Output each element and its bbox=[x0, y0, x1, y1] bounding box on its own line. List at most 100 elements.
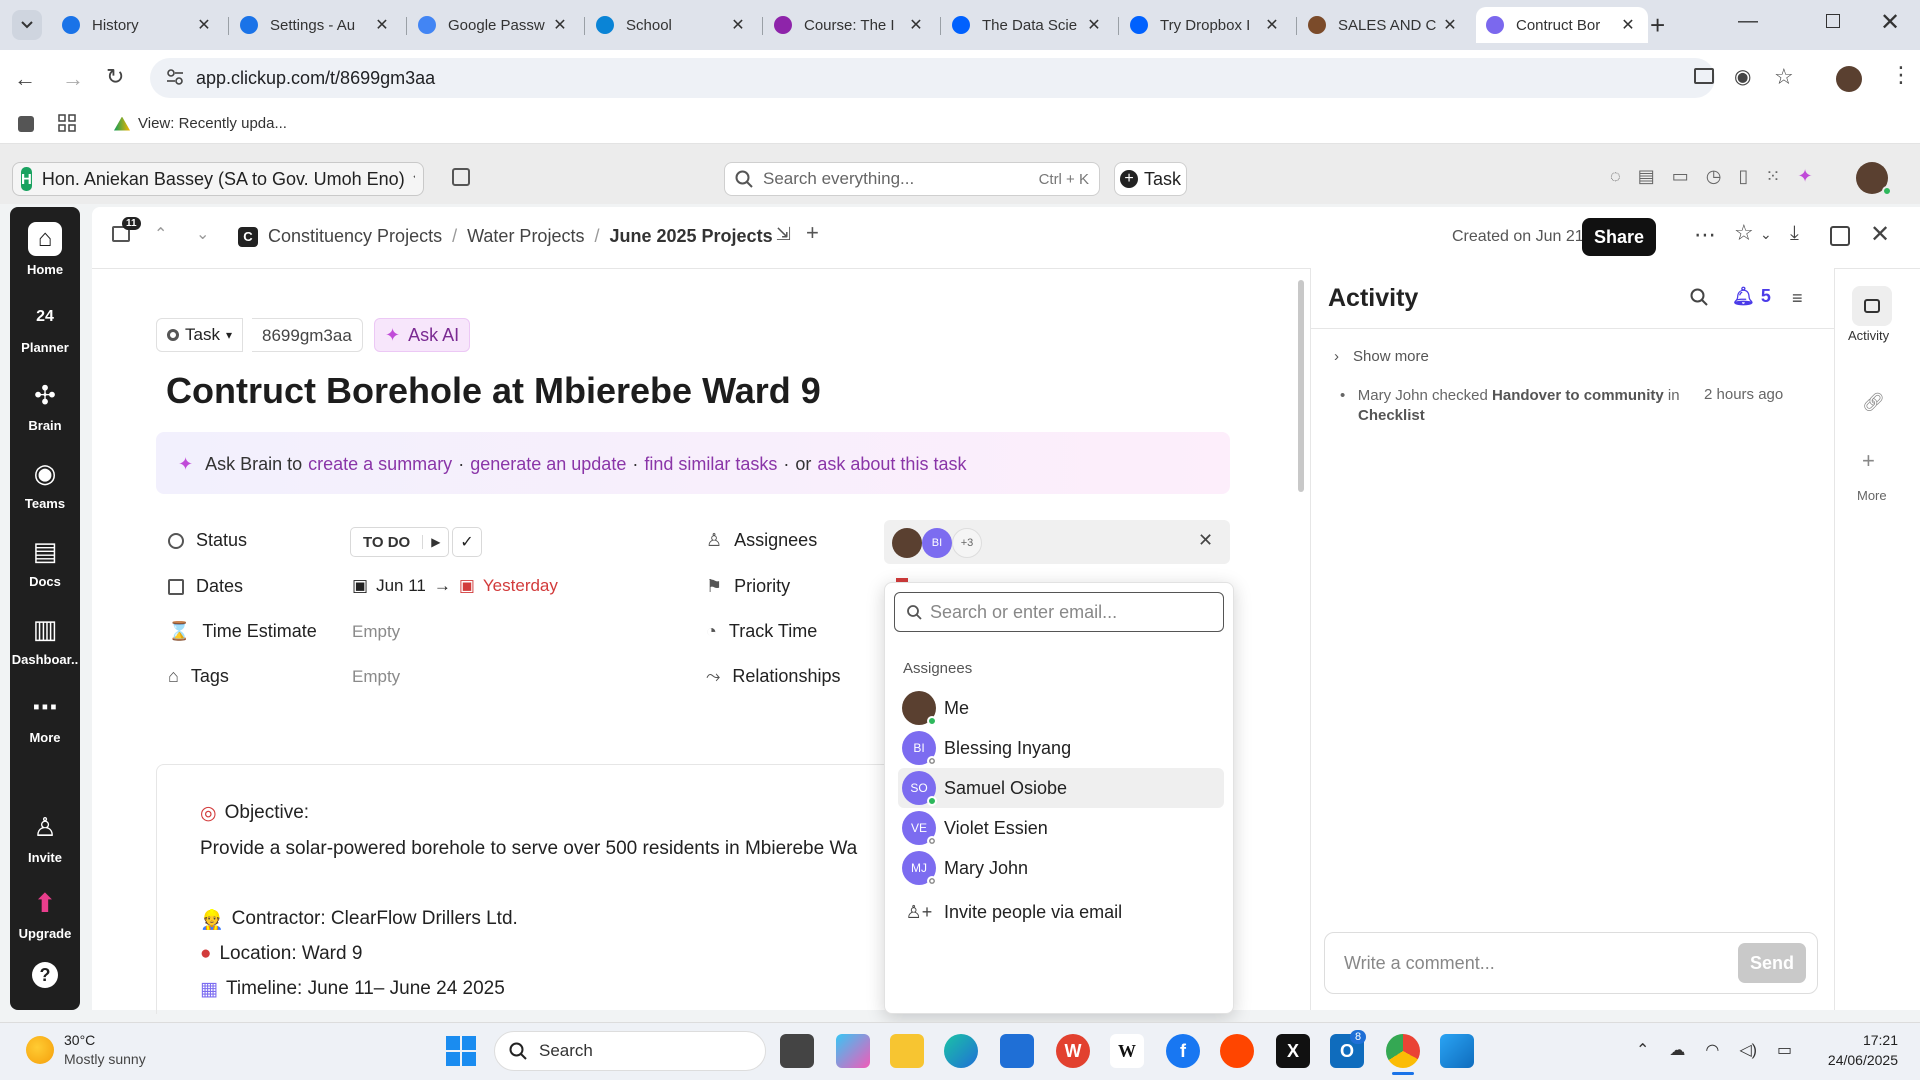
assignee-option[interactable]: MJ Mary John bbox=[898, 848, 1224, 888]
breadcrumb-list[interactable]: June 2025 Projects bbox=[609, 226, 772, 247]
new-task-button[interactable]: + Task bbox=[1114, 162, 1187, 196]
chevron-up-icon[interactable]: ⌃ bbox=[1636, 1040, 1649, 1060]
chrome-icon[interactable] bbox=[1386, 1034, 1420, 1068]
move-task-icon[interactable]: ⇲ bbox=[776, 224, 791, 245]
create-summary-link[interactable]: create a summary bbox=[308, 454, 452, 475]
task-view-icon[interactable] bbox=[780, 1034, 814, 1068]
link-icon[interactable]: 🔗︎ bbox=[1862, 392, 1885, 413]
chevron-up-icon[interactable]: ⌃ bbox=[154, 224, 167, 244]
ai-sparkle-icon[interactable]: ✦ bbox=[1797, 166, 1812, 187]
site-info-icon[interactable] bbox=[166, 68, 184, 86]
assignee-avatar[interactable] bbox=[892, 528, 922, 558]
assignee-avatar[interactable]: BI bbox=[922, 528, 952, 558]
breadcrumb-folder[interactable]: Water Projects bbox=[467, 226, 584, 247]
doc-icon[interactable]: ▯ bbox=[1738, 166, 1748, 187]
bookmark-star-icon[interactable]: ☆ bbox=[1774, 64, 1794, 90]
bookmark-item[interactable]: View: Recently upda... bbox=[114, 115, 287, 132]
add-icon[interactable]: + bbox=[1862, 448, 1875, 474]
activity-list[interactable]: Checklist bbox=[1358, 407, 1425, 424]
activity-search-icon[interactable] bbox=[1690, 288, 1708, 306]
ask-task-link[interactable]: ask about this task bbox=[817, 454, 966, 475]
browser-tab[interactable]: The Data Scie ✕ bbox=[942, 7, 1114, 43]
video-icon[interactable]: ▭ bbox=[1672, 166, 1689, 187]
eye-off-icon[interactable]: ◉ bbox=[1734, 64, 1751, 89]
edge-icon[interactable] bbox=[944, 1034, 978, 1068]
browser-tab[interactable]: Settings - Au ✕ bbox=[230, 7, 402, 43]
activity-notifications[interactable]: 🔔︎ 5 bbox=[1732, 286, 1771, 307]
sidebar-item-planner[interactable]: 24 Planner bbox=[10, 300, 80, 355]
calendar-icon[interactable] bbox=[452, 168, 470, 186]
close-tab-icon[interactable]: ✕ bbox=[728, 15, 748, 35]
notepad-icon[interactable]: ▤ bbox=[1638, 166, 1655, 187]
assignee-search-input[interactable]: Search or enter email... bbox=[894, 592, 1224, 632]
close-tab-icon[interactable]: ✕ bbox=[906, 15, 926, 35]
volume-icon[interactable]: ◁) bbox=[1739, 1040, 1757, 1060]
activity-tab[interactable] bbox=[1852, 286, 1892, 326]
facebook-icon[interactable]: f bbox=[1166, 1034, 1200, 1068]
taskbar-search[interactable]: Search bbox=[494, 1031, 766, 1071]
weather-icon[interactable] bbox=[26, 1036, 54, 1064]
tags-value[interactable]: Empty bbox=[352, 667, 400, 687]
browser-tab[interactable]: Try Dropbox I ✕ bbox=[1120, 7, 1292, 43]
new-tab-button[interactable]: + bbox=[1650, 10, 1665, 41]
alarm-icon[interactable]: ◷ bbox=[1706, 166, 1722, 187]
browser-tab[interactable]: Google Passw ✕ bbox=[408, 7, 580, 43]
assignee-more[interactable]: +3 bbox=[952, 528, 982, 558]
assignee-option[interactable]: SO Samuel Osiobe bbox=[898, 768, 1224, 808]
show-more[interactable]: › Show more bbox=[1334, 348, 1429, 365]
browser-tab[interactable]: Contruct Bor ✕ bbox=[1476, 7, 1648, 43]
task-id[interactable]: 8699gm3aa bbox=[252, 318, 363, 352]
assignee-option[interactable]: BI Blessing Inyang bbox=[898, 728, 1224, 768]
bookmark-app-icon[interactable] bbox=[18, 116, 34, 132]
back-button[interactable]: ← bbox=[14, 66, 36, 92]
store-icon[interactable] bbox=[1000, 1034, 1034, 1068]
close-tab-icon[interactable]: ✕ bbox=[194, 15, 214, 35]
status-pill[interactable]: TO DO ▶ bbox=[350, 527, 450, 557]
close-tab-icon[interactable]: ✕ bbox=[550, 15, 570, 35]
sidebar-item-teams[interactable]: ◉ Teams bbox=[10, 456, 80, 512]
browser-tab[interactable]: School ✕ bbox=[586, 7, 758, 43]
filter-icon[interactable]: ≡ bbox=[1792, 288, 1803, 309]
sidebar-item-home[interactable]: ⌂ Home bbox=[10, 222, 80, 277]
more-options-icon[interactable]: ⋯ bbox=[1694, 222, 1716, 248]
apps-icon[interactable]: ⁙ bbox=[1765, 166, 1780, 187]
wps-icon[interactable]: W bbox=[1056, 1034, 1090, 1068]
sidebar-item-upgrade[interactable]: ⬆ Upgrade bbox=[10, 886, 80, 942]
profile-avatar[interactable] bbox=[1836, 66, 1862, 92]
clock-date[interactable]: 24/06/2025 bbox=[1816, 1052, 1898, 1068]
wifi-icon[interactable]: ◠ bbox=[1705, 1040, 1719, 1060]
breadcrumb-space[interactable]: Constituency Projects bbox=[268, 226, 442, 247]
add-icon[interactable]: + bbox=[806, 220, 819, 246]
close-tab-icon[interactable]: ✕ bbox=[1440, 15, 1460, 35]
close-tab-icon[interactable]: ✕ bbox=[1618, 15, 1638, 35]
assignee-option[interactable]: Me bbox=[898, 688, 1224, 728]
global-search[interactable]: Search everything... Ctrl + K bbox=[724, 162, 1100, 196]
close-task-icon[interactable]: ✕ bbox=[1870, 220, 1890, 249]
find-similar-link[interactable]: find similar tasks bbox=[644, 454, 777, 475]
photos-icon[interactable] bbox=[1440, 1034, 1474, 1068]
battery-icon[interactable]: ▭ bbox=[1777, 1040, 1792, 1060]
minimize-button[interactable]: — bbox=[1738, 10, 1758, 33]
sidebar-item-dashboar[interactable]: ▥ Dashboar.. bbox=[10, 612, 80, 668]
install-app-icon[interactable] bbox=[1694, 68, 1714, 84]
task-scrollbar[interactable] bbox=[1298, 280, 1304, 492]
browser-menu-icon[interactable]: ⋮ bbox=[1890, 62, 1912, 88]
close-tab-icon[interactable]: ✕ bbox=[1262, 15, 1282, 35]
close-tab-icon[interactable]: ✕ bbox=[1084, 15, 1104, 35]
reload-button[interactable]: ↻ bbox=[106, 64, 124, 90]
expand-icon[interactable] bbox=[1830, 226, 1850, 246]
copilot-icon[interactable] bbox=[836, 1034, 870, 1068]
activity-scrollbar[interactable] bbox=[1824, 330, 1830, 930]
generate-update-link[interactable]: generate an update bbox=[470, 454, 626, 475]
reddit-icon[interactable] bbox=[1220, 1034, 1254, 1068]
invite-via-email[interactable]: ♙+ Invite people via email bbox=[898, 892, 1224, 932]
dates-value[interactable]: ▣ Jun 11 → ▣ Yesterday bbox=[352, 576, 558, 596]
workspace-switcher[interactable]: H Hon. Aniekan Bassey (SA to Gov. Umoh E… bbox=[12, 162, 424, 196]
chevron-down-icon[interactable]: ⌄ bbox=[1760, 226, 1772, 243]
clock-time[interactable]: 17:21 bbox=[1836, 1032, 1898, 1048]
ask-ai-button[interactable]: ✦ Ask AI bbox=[374, 318, 471, 352]
sidebar-item-docs[interactable]: ▤ Docs bbox=[10, 534, 80, 590]
sidebar-item-brain[interactable]: ✣ Brain bbox=[10, 378, 80, 434]
browser-tab[interactable]: History ✕ bbox=[52, 7, 224, 43]
task-type-chip[interactable]: Task ▾ bbox=[156, 318, 243, 352]
